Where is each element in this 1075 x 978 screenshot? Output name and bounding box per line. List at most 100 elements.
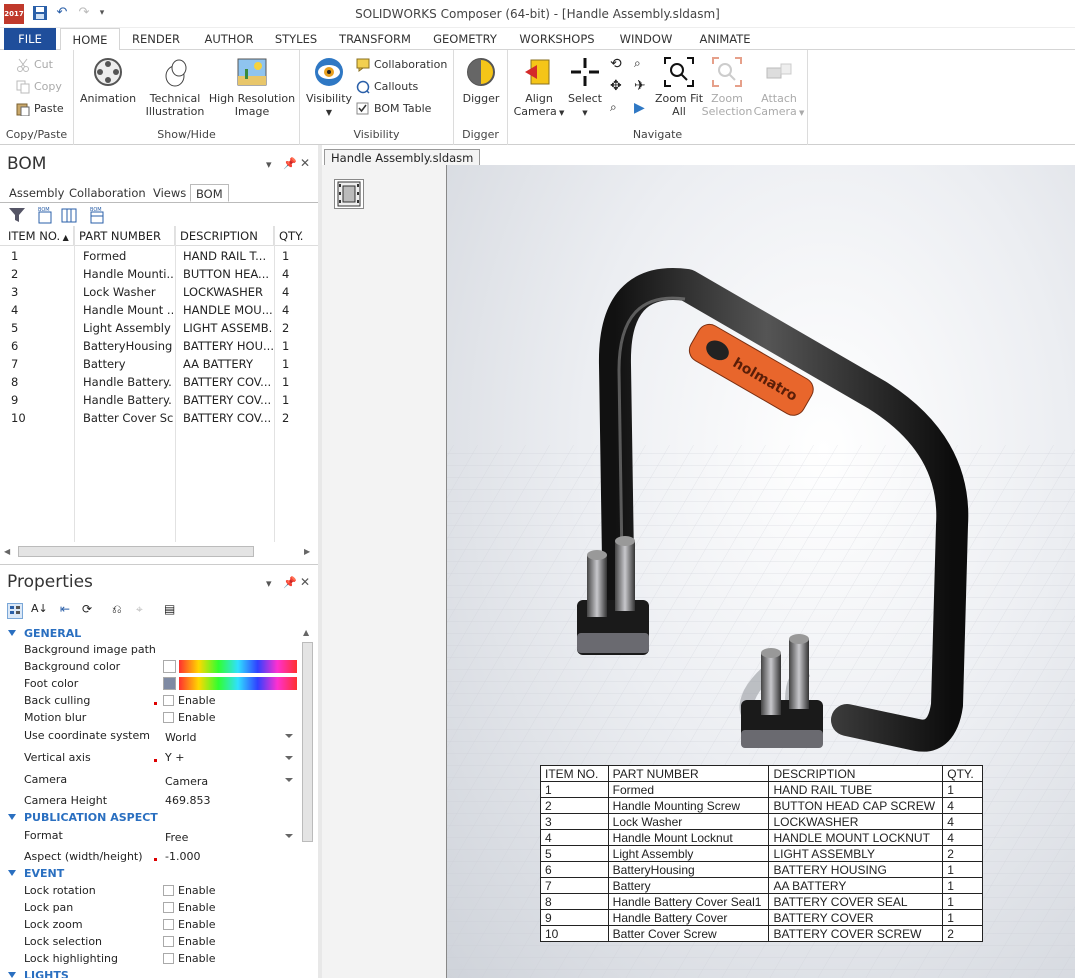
section-event[interactable]: EVENT xyxy=(0,865,300,882)
color-spectrum-picker[interactable] xyxy=(179,677,297,690)
collapse-all-icon[interactable]: ⇤ xyxy=(60,602,78,618)
scroll-thumb[interactable] xyxy=(18,546,254,557)
property-format[interactable]: Format Free xyxy=(0,827,300,847)
refresh-icon[interactable]: ⟳ xyxy=(82,602,100,618)
table-row[interactable]: 10 Batter Cover Sc... BATTERY COV... 2 xyxy=(0,409,318,427)
checkbox[interactable] xyxy=(163,695,174,706)
bom-generate-icon[interactable]: BOM xyxy=(36,206,54,224)
color-swatch-white[interactable] xyxy=(163,660,176,673)
walk-icon[interactable]: ▶ xyxy=(634,100,650,116)
properties-panel-menu-icon[interactable]: ▾ xyxy=(266,577,272,590)
table-row[interactable]: 5 Light Assembly LIGHT ASSEMB... 2 xyxy=(0,319,318,337)
table-row[interactable]: 1 Formed HAND RAIL T... 1 xyxy=(0,247,318,265)
property-lock-selection[interactable]: Lock selection Enable xyxy=(0,933,300,950)
properties-panel-pin-icon[interactable]: 📌 xyxy=(283,576,297,589)
high-resolution-image-button[interactable]: High Resolution Image xyxy=(208,56,296,118)
paste-button[interactable]: Paste xyxy=(16,99,64,119)
tab-animate[interactable]: ANIMATE xyxy=(694,28,756,50)
bom-panel-pin-icon[interactable]: 📌 xyxy=(283,157,297,170)
table-row[interactable]: 9 Handle Battery... BATTERY COV... 1 xyxy=(0,391,318,409)
checkbox[interactable] xyxy=(163,902,174,913)
sort-alphabetical-icon[interactable]: A↓ xyxy=(31,602,48,618)
property-use-coordinate-system[interactable]: Use coordinate system World xyxy=(0,727,300,747)
property-aspect[interactable]: Aspect (width/height) -1.000 xyxy=(0,848,300,865)
digger-button[interactable]: Digger xyxy=(457,56,505,105)
zoom-selection-button[interactable]: Zoom Selection xyxy=(700,56,754,118)
bom-filter-icon[interactable] xyxy=(8,206,26,224)
table-row[interactable]: 8 Handle Battery... BATTERY COV... 1 xyxy=(0,373,318,391)
bom-horizontal-scrollbar[interactable]: ◀ ▶ xyxy=(4,545,314,559)
visibility-button[interactable]: Visibility ▼ xyxy=(304,56,354,119)
section-lights[interactable]: LIGHTS xyxy=(0,967,300,978)
bom-panel-menu-icon[interactable]: ▾ xyxy=(266,158,272,171)
property-lock-zoom[interactable]: Lock zoom Enable xyxy=(0,916,300,933)
table-row[interactable]: 3 Lock Washer LOCKWASHER 4 xyxy=(0,283,318,301)
property-foot-color[interactable]: Foot color xyxy=(0,675,300,692)
scroll-up-icon[interactable]: ▲ xyxy=(303,628,309,637)
table-row[interactable]: 6 BatteryHousing BATTERY HOU... 1 xyxy=(0,337,318,355)
column-header-description[interactable]: DESCRIPTION xyxy=(176,226,274,246)
technical-illustration-button[interactable]: Technical Illustration xyxy=(144,56,206,118)
select-button[interactable]: Select ▼ xyxy=(564,56,606,120)
copy-button[interactable]: Copy xyxy=(16,77,62,97)
callouts-button[interactable]: Callouts xyxy=(356,77,418,97)
bom-table-toggle[interactable]: BOM Table xyxy=(356,99,431,119)
table-row[interactable]: 2 Handle Mounti... BUTTON HEA... 4 xyxy=(0,265,318,283)
tab-assembly[interactable]: Assembly xyxy=(9,184,64,202)
bom-columns-icon[interactable] xyxy=(60,206,78,224)
bom-table-icon[interactable]: BOM xyxy=(88,206,106,224)
bom-panel-close-icon[interactable]: ✕ xyxy=(300,156,310,170)
tab-geometry[interactable]: GEOMETRY xyxy=(430,28,500,50)
dropdown-arrow-icon[interactable] xyxy=(285,834,293,838)
pan-icon[interactable]: ✥ xyxy=(610,78,626,94)
property-pages-icon[interactable]: ▤ xyxy=(164,602,180,618)
properties-panel-close-icon[interactable]: ✕ xyxy=(300,575,310,589)
scroll-right-icon[interactable]: ▶ xyxy=(304,547,310,556)
zoom-area-icon[interactable]: ⌕ xyxy=(634,56,650,72)
column-header-qty[interactable]: QTY. xyxy=(275,226,315,246)
tab-views[interactable]: Views xyxy=(153,184,186,202)
tab-transform[interactable]: TRANSFORM xyxy=(336,28,414,50)
checkbox[interactable] xyxy=(163,919,174,930)
property-lock-pan[interactable]: Lock pan Enable xyxy=(0,899,300,916)
section-publication-aspect[interactable]: PUBLICATION ASPECT xyxy=(0,809,300,826)
checkbox[interactable] xyxy=(163,885,174,896)
checkbox[interactable] xyxy=(163,712,174,723)
zoom-icon[interactable]: ⌕ xyxy=(610,100,626,116)
color-swatch-slate[interactable] xyxy=(163,677,176,690)
animation-button[interactable]: Animation xyxy=(80,56,136,105)
dropdown-arrow-icon[interactable] xyxy=(285,778,293,782)
rotate-icon[interactable]: ⟲ xyxy=(610,56,626,72)
tab-author[interactable]: AUTHOR xyxy=(200,28,258,50)
document-tab[interactable]: Handle Assembly.sldasm xyxy=(324,149,481,165)
attach-camera-button[interactable]: Attach Camera ▼ xyxy=(752,56,806,120)
tab-home[interactable]: HOME xyxy=(60,28,120,51)
property-background-image-path[interactable]: Background image path xyxy=(0,641,300,658)
table-row[interactable]: 7 Battery AA BATTERY 1 xyxy=(0,355,318,373)
storyboard-film-icon[interactable] xyxy=(334,179,364,209)
property-camera-height[interactable]: Camera Height 469.853 xyxy=(0,792,300,809)
dropdown-arrow-icon[interactable] xyxy=(285,734,293,738)
section-general[interactable]: GENERAL xyxy=(0,625,300,642)
property-lock-rotation[interactable]: Lock rotation Enable xyxy=(0,882,300,899)
categorized-view-icon[interactable] xyxy=(7,603,23,619)
column-header-part-number[interactable]: PART NUMBER xyxy=(75,226,175,246)
property-lock-highlighting[interactable]: Lock highlighting Enable xyxy=(0,950,300,967)
collaboration-button[interactable]: Collaboration xyxy=(356,55,447,75)
tab-file[interactable]: FILE xyxy=(4,28,56,50)
zoom-fit-all-button[interactable]: Zoom Fit All xyxy=(654,56,704,118)
cut-button[interactable]: Cut xyxy=(16,55,53,75)
scroll-thumb[interactable] xyxy=(302,642,313,842)
property-motion-blur[interactable]: Motion blur Enable xyxy=(0,709,300,726)
property-back-culling[interactable]: Back culling Enable xyxy=(0,692,300,709)
property-background-color[interactable]: Background color xyxy=(0,658,300,675)
tab-bom[interactable]: BOM xyxy=(190,184,229,202)
pick-icon[interactable]: ⌖ xyxy=(136,602,152,618)
tab-collaboration[interactable]: Collaboration xyxy=(69,184,146,202)
tab-render[interactable]: RENDER xyxy=(128,28,184,50)
property-vertical-axis[interactable]: Vertical axis Y + xyxy=(0,749,300,769)
property-camera[interactable]: Camera Camera xyxy=(0,771,300,791)
fly-icon[interactable]: ✈ xyxy=(634,78,650,94)
checkbox[interactable] xyxy=(163,953,174,964)
dropdown-arrow-icon[interactable] xyxy=(285,756,293,760)
